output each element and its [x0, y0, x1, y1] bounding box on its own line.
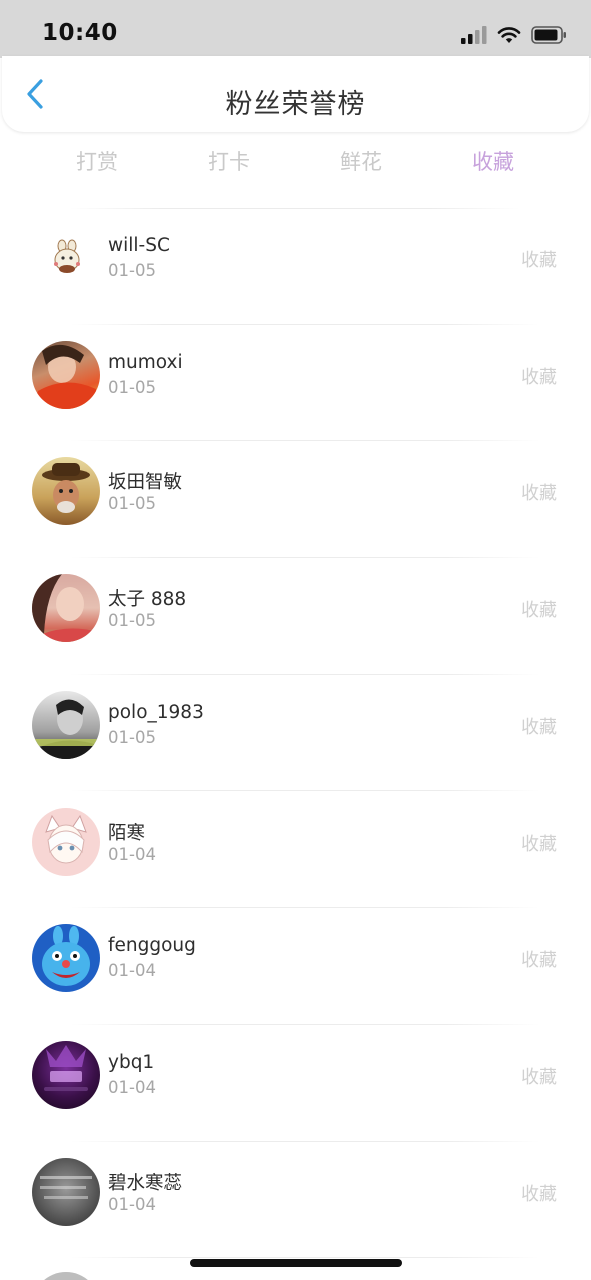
avatar — [32, 1272, 100, 1280]
fan-name: 太子 888 — [108, 589, 187, 611]
favorite-label: 收藏 — [521, 250, 557, 271]
list-item[interactable]: will-SC 01-05 收藏 — [0, 208, 591, 325]
fan-date: 01-04 — [108, 1194, 156, 1214]
favorite-label: 收藏 — [521, 600, 557, 622]
fan-name: 坂田智敏 — [108, 472, 183, 494]
fan-date: 01-05 — [108, 611, 156, 631]
wifi-icon — [497, 27, 521, 43]
avatar — [32, 1157, 100, 1226]
list-item[interactable]: 碧水寒蕊 01-04 收藏 — [0, 1142, 591, 1259]
fan-date: 01-05 — [108, 727, 156, 747]
favorite-label: 收藏 — [521, 1066, 557, 1088]
avatar — [32, 224, 100, 292]
fan-date: 01-04 — [108, 1077, 156, 1097]
fan-date: 01-05 — [108, 261, 156, 280]
tab-flowers[interactable]: 鲜花 — [321, 146, 401, 176]
list-item[interactable]: 坂田智敏 01-05 收藏 — [0, 441, 591, 559]
favorite-label: 收藏 — [521, 366, 557, 388]
fan-name: polo_1983 — [108, 701, 204, 723]
list-item[interactable]: mumoxi 01-05 收藏 — [0, 325, 591, 442]
tab-checkin[interactable]: 打卡 — [189, 146, 269, 176]
favorite-label: 收藏 — [521, 950, 557, 972]
status-icons — [461, 24, 567, 46]
fan-name: ybq1 — [108, 1051, 155, 1073]
fan-name: will-SC — [108, 235, 170, 256]
fan-date: 01-05 — [108, 494, 156, 514]
fan-name: mumoxi — [108, 351, 183, 373]
status-bar: 10:40 — [0, 0, 591, 58]
avatar — [32, 690, 100, 759]
list-item[interactable]: polo_1983 01-05 收藏 — [0, 675, 591, 792]
page-title: 粉丝荣誉榜 — [225, 89, 366, 120]
favorite-label: 收藏 — [521, 483, 557, 505]
fan-date: 01-04 — [108, 961, 156, 981]
fan-date: 01-05 — [108, 377, 156, 397]
home-indicator — [190, 1259, 402, 1267]
tab-reward[interactable]: 打赏 — [57, 146, 137, 176]
tab-bar: 打赏 打卡 鲜花 收藏 — [0, 140, 591, 184]
battery-icon — [531, 26, 566, 44]
tab-favorites[interactable]: 收藏 — [453, 146, 533, 176]
favorite-label: 收藏 — [521, 716, 557, 738]
favorite-label: 收藏 — [521, 1183, 557, 1205]
list-item[interactable]: ybq1 01-04 收藏 — [0, 1025, 591, 1142]
fan-name: 陌寒 — [108, 822, 146, 844]
navigation-bar: 粉丝荣誉榜 — [2, 56, 589, 132]
status-time: 10:40 — [42, 20, 118, 46]
list-item[interactable]: 太子 888 01-05 收藏 — [0, 558, 591, 675]
fan-name: fenggoug — [108, 935, 196, 957]
cellular-signal-icon — [461, 26, 487, 44]
fan-name: 碧水寒蕊 — [108, 1172, 183, 1194]
favorite-label: 收藏 — [521, 833, 557, 855]
fan-date: 01-04 — [108, 844, 156, 864]
list-item[interactable]: 陌寒 01-04 收藏 — [0, 792, 591, 909]
avatar — [32, 924, 100, 993]
avatar — [32, 1040, 100, 1109]
avatar — [32, 574, 100, 643]
list-item[interactable]: fenggoug 01-04 收藏 — [0, 908, 591, 1025]
avatar — [32, 457, 100, 526]
avatar — [32, 807, 100, 876]
avatar — [32, 340, 100, 409]
